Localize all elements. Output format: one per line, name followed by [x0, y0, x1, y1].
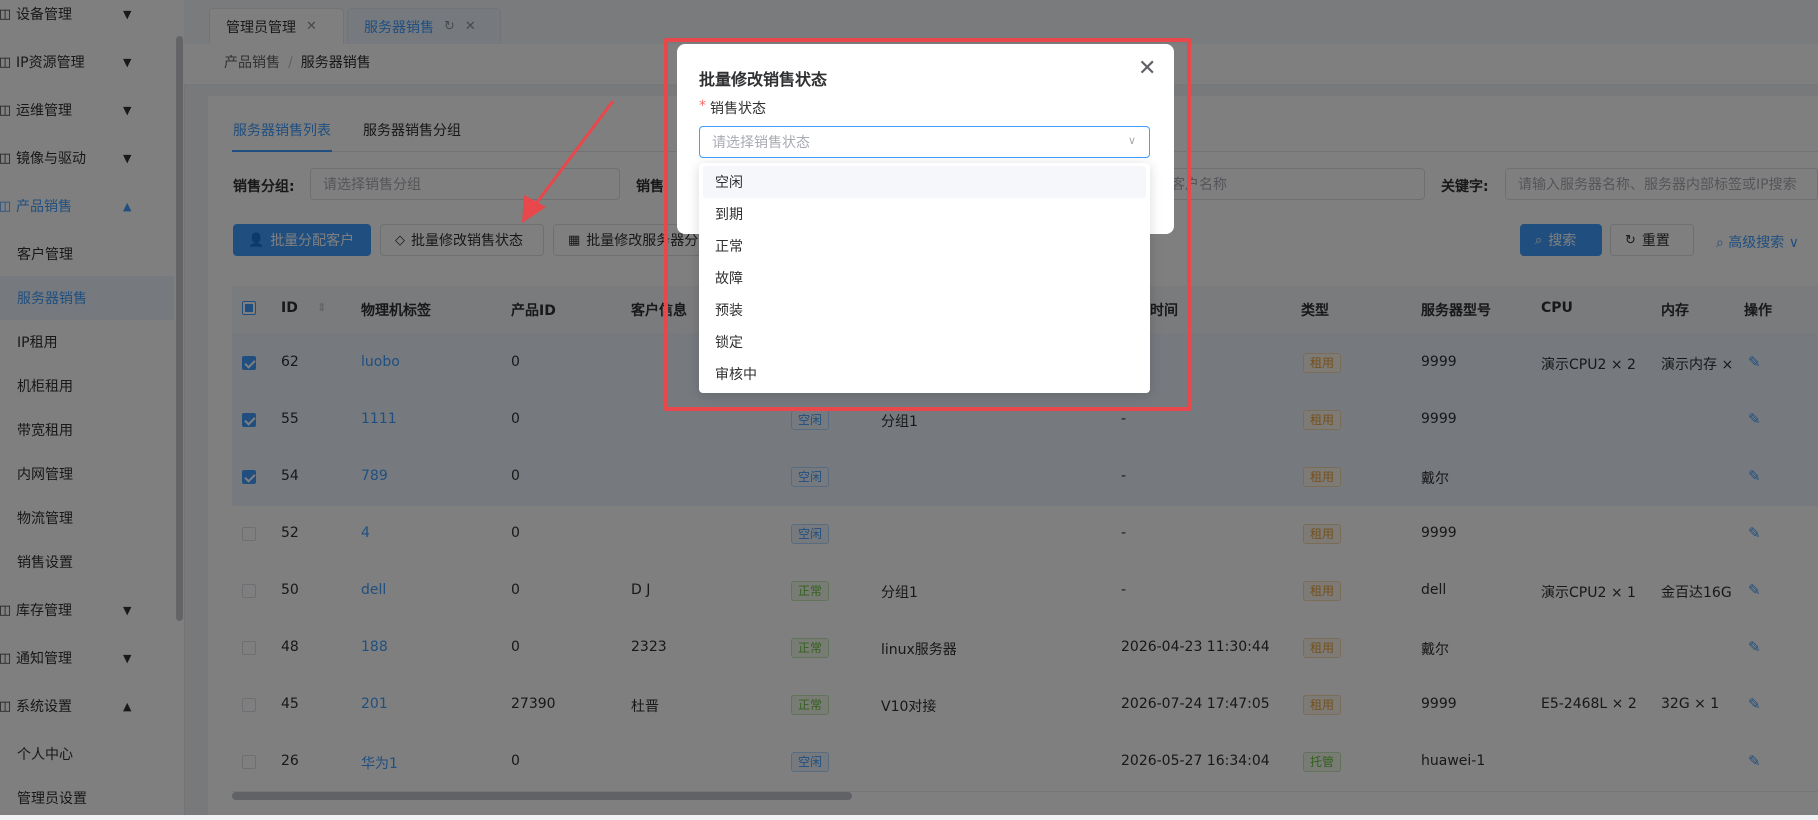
highlight-box: [664, 38, 1191, 411]
annotation-arrow-icon: [522, 100, 615, 223]
